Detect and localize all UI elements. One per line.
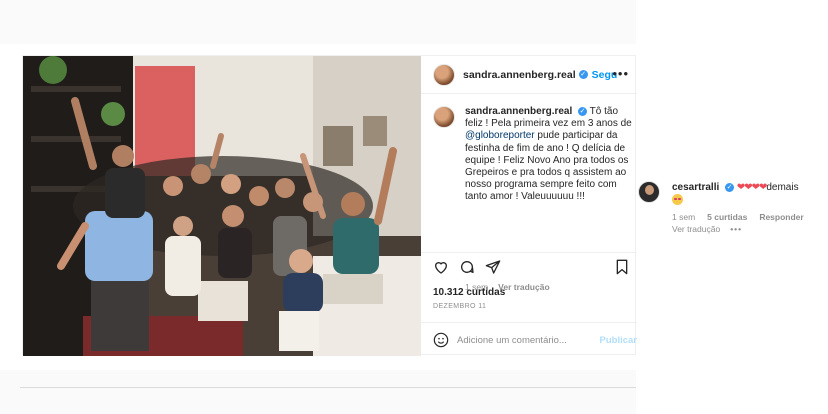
commenter-username[interactable]: cesartralli <box>672 182 719 193</box>
bookmark-icon[interactable] <box>615 259 629 275</box>
heart-icon[interactable] <box>433 259 449 275</box>
comment-meta-2: Ver tradução ••• <box>672 224 742 234</box>
comment-age[interactable]: 1 sem <box>672 212 695 222</box>
post-date: DEZEMBRO 11 <box>433 303 487 310</box>
verified-icon: ✓ <box>578 70 588 79</box>
divider <box>20 387 636 388</box>
comment-translate-link[interactable]: Ver tradução <box>672 224 720 234</box>
comment-text: cesartralli ✓ ❤❤❤❤demais <box>672 181 828 207</box>
caption-username[interactable]: sandra.annenberg.real <box>465 106 572 117</box>
instagram-page: sandra.annenberg.real ✓ Segu ••• sandra.… <box>0 0 828 414</box>
post-sidebar: sandra.annenberg.real ✓ Segu ••• sandra.… <box>421 56 637 356</box>
publish-button[interactable]: Publicar <box>600 335 638 346</box>
hearts-emoji: ❤❤❤❤ <box>736 182 767 193</box>
author-avatar[interactable] <box>433 63 455 86</box>
top-background <box>0 0 636 44</box>
post-header: sandra.annenberg.real ✓ Segu ••• <box>421 56 637 94</box>
add-comment-bar: Adicione um comentário... Publicar <box>421 322 637 357</box>
comment-body: demais <box>766 182 799 193</box>
save-button[interactable] <box>615 259 629 280</box>
author-username[interactable]: sandra.annenberg.real <box>463 69 576 81</box>
caption-text: sandra.annenberg.real ✓ Tô tão feliz ! P… <box>465 106 635 204</box>
comment-likes[interactable]: 5 curtidas <box>707 212 747 222</box>
more-options-icon[interactable]: ••• <box>612 66 629 81</box>
reply-button[interactable]: Responder <box>759 212 803 222</box>
comment-item: cesartralli ✓ ❤❤❤❤demais 1 sem 5 curtida… <box>636 178 828 238</box>
post-photo[interactable] <box>23 56 421 356</box>
bottom-background <box>0 370 636 414</box>
post-card: sandra.annenberg.real ✓ Segu ••• sandra.… <box>22 55 637 356</box>
verified-icon: ✓ <box>725 182 735 192</box>
group-photo-illustration <box>23 56 421 356</box>
comment-more-icon[interactable]: ••• <box>730 224 742 234</box>
verified-icon: ✓ <box>578 106 588 116</box>
action-icons <box>433 259 501 275</box>
smiley-icon[interactable] <box>433 332 449 348</box>
commenter-avatar[interactable] <box>638 181 660 203</box>
comment-input[interactable]: Adicione um comentário... <box>457 335 567 346</box>
heart-eyes-emoji-icon <box>672 194 683 205</box>
mention-link[interactable]: @globoreporter <box>465 130 535 141</box>
send-icon[interactable] <box>485 259 501 275</box>
comment-meta: 1 sem 5 curtidas Responder <box>672 212 804 222</box>
comment-icon[interactable] <box>459 259 475 275</box>
likes-count[interactable]: 10.312 curtidas <box>433 287 505 298</box>
post-actions: 10.312 curtidas DEZEMBRO 11 Adicione um … <box>421 252 637 356</box>
caption-avatar[interactable] <box>433 106 455 128</box>
